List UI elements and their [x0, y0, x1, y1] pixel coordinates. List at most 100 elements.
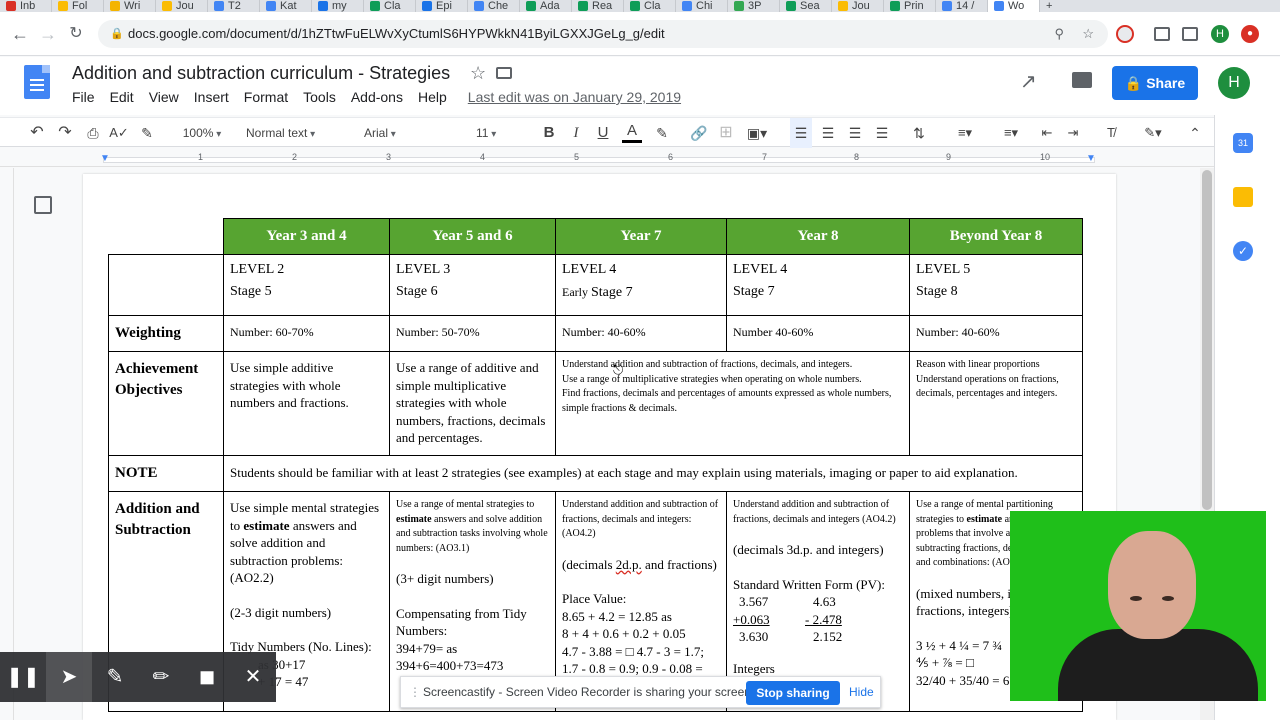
hide-button[interactable]: Hide — [849, 677, 874, 707]
sum-value: +0.063 — [733, 611, 770, 627]
browser-tab[interactable]: Cla — [364, 0, 416, 12]
zoom-icon[interactable]: ⚲ — [1054, 20, 1064, 48]
pause-icon[interactable]: ❚❚ — [0, 652, 46, 702]
browser-tab[interactable]: T2 — [208, 0, 260, 12]
menu-edit[interactable]: Edit — [110, 89, 134, 105]
collapse-toolbar-icon[interactable]: ⌃ — [1184, 118, 1206, 148]
browser-tab[interactable]: Inb — [0, 0, 52, 12]
bookmark-star-icon[interactable]: ☆ — [1082, 20, 1094, 48]
editing-mode-icon[interactable]: ✎▾ — [1136, 118, 1170, 148]
menu-insert[interactable]: Insert — [194, 89, 229, 105]
stop-sharing-button[interactable]: Stop sharing — [746, 681, 840, 705]
star-icon[interactable]: ☆ — [470, 63, 486, 84]
italic-button[interactable]: I — [567, 118, 585, 148]
account-avatar[interactable]: H — [1218, 67, 1250, 99]
calendar-icon[interactable]: 31 — [1233, 133, 1253, 153]
redo-icon[interactable]: ↷ — [54, 118, 76, 148]
browser-tab[interactable]: Wri — [104, 0, 156, 12]
camera-toggle-icon[interactable]: ◼ — [184, 652, 230, 702]
browser-tab[interactable]: Epi — [416, 0, 468, 12]
align-center-icon[interactable]: ☰ — [818, 118, 838, 148]
decrease-indent-icon[interactable]: ⇤ — [1036, 118, 1058, 148]
new-tab-button[interactable]: + — [1040, 0, 1070, 12]
right-indent-marker-icon[interactable]: ▼ — [1086, 153, 1096, 164]
move-folder-icon[interactable] — [496, 67, 512, 79]
clear-formatting-icon[interactable]: T̸ — [1100, 118, 1122, 148]
browser-tab[interactable]: 14 / — [936, 0, 988, 12]
browser-tab[interactable]: Rea — [572, 0, 624, 12]
scrollbar-thumb[interactable] — [1202, 170, 1212, 510]
menu-format[interactable]: Format — [244, 89, 288, 105]
highlighter-tool-icon[interactable]: ✏ — [138, 652, 184, 702]
numbered-list-icon[interactable]: ≡▾ — [946, 118, 984, 148]
browser-tab[interactable]: Wo — [988, 0, 1040, 12]
browser-tab[interactable]: Prin — [884, 0, 936, 12]
close-controls-icon[interactable]: ✕ — [230, 652, 276, 702]
zoom-select[interactable]: 100% — [172, 118, 232, 148]
bulleted-list-icon[interactable]: ≡▾ — [992, 118, 1030, 148]
chrome-menu-icon[interactable]: ● — [1241, 25, 1259, 43]
pen-tool-icon[interactable]: ✎ — [92, 652, 138, 702]
print-icon[interactable]: ⎙ — [82, 118, 104, 148]
browser-tab[interactable]: Ada — [520, 0, 572, 12]
paint-format-icon[interactable]: ✎ — [136, 118, 158, 148]
font-select[interactable]: Arial — [358, 118, 454, 148]
undo-icon[interactable]: ↶ — [26, 118, 48, 148]
menu-tools[interactable]: Tools — [303, 89, 336, 105]
browser-tab[interactable]: Che — [468, 0, 520, 12]
text-color-button[interactable]: A — [622, 118, 642, 143]
align-right-icon[interactable]: ☰ — [845, 118, 865, 148]
insert-link-icon[interactable]: 🔗 — [688, 118, 710, 148]
browser-tab[interactable]: Fol — [52, 0, 104, 12]
font-size-select[interactable]: 11 — [470, 118, 526, 148]
header-year-7: Year 7 — [555, 218, 727, 255]
line-spacing-icon[interactable]: ⇅ — [908, 118, 930, 148]
forward-arrow-icon[interactable]: → — [36, 22, 60, 46]
share-button[interactable]: 🔒 Share — [1112, 66, 1198, 100]
url-field[interactable]: 🔒 docs.google.com/document/d/1hZTtwFuELW… — [98, 20, 1108, 48]
cast-icon[interactable] — [1154, 27, 1170, 41]
align-left-icon[interactable]: ☰ — [790, 118, 812, 148]
menu-help[interactable]: Help — [418, 89, 447, 105]
tasks-icon[interactable]: ✓ — [1233, 241, 1253, 261]
document-title[interactable]: Addition and subtraction curriculum - St… — [72, 63, 450, 84]
browser-tab[interactable]: Jou — [156, 0, 208, 12]
text-run-bold: estimate — [966, 513, 1003, 525]
browser-tab[interactable]: 3P — [728, 0, 780, 12]
browser-tab[interactable]: Jou — [832, 0, 884, 12]
browser-tab[interactable]: Cla — [624, 0, 676, 12]
browser-tab[interactable]: Kat — [260, 0, 312, 12]
menu-file[interactable]: File — [72, 89, 95, 105]
add-comment-icon[interactable]: ⊞ — [716, 118, 736, 148]
insert-image-icon[interactable]: ▣▾ — [742, 118, 772, 148]
underline-button[interactable]: U — [594, 118, 612, 148]
activity-trend-icon[interactable]: ↗ — [1020, 69, 1037, 94]
google-docs-logo-icon[interactable] — [24, 65, 50, 99]
increase-indent-icon[interactable]: ⇥ — [1062, 118, 1084, 148]
browser-tab[interactable]: Chi — [676, 0, 728, 12]
document-page[interactable]: Year 3 and 4 Year 5 and 6 Year 7 Year 8 … — [83, 174, 1116, 720]
vertical-ruler[interactable] — [0, 168, 14, 720]
browser-tab[interactable]: Sea — [780, 0, 832, 12]
drag-handle-icon[interactable]: ⋮ — [409, 677, 421, 707]
cursor-tool-icon[interactable]: ➤ — [46, 652, 92, 702]
profile-avatar[interactable]: H — [1211, 25, 1229, 43]
horizontal-ruler[interactable]: ▼ ▼ 1 2 3 4 5 6 7 8 9 10 — [0, 151, 1214, 167]
left-indent-marker-icon[interactable]: ▼ — [100, 153, 110, 164]
style-select[interactable]: Normal text — [246, 118, 342, 148]
keep-icon[interactable] — [1233, 187, 1253, 207]
last-edit-link[interactable]: Last edit was on January 29, 2019 — [468, 89, 681, 105]
menu-view[interactable]: View — [149, 89, 179, 105]
reload-icon[interactable]: ↻ — [64, 22, 88, 46]
menu-addons[interactable]: Add-ons — [351, 89, 403, 105]
extension-puzzle-icon[interactable] — [1182, 27, 1198, 41]
back-arrow-icon[interactable]: ← — [8, 22, 32, 46]
comments-icon[interactable] — [1072, 72, 1092, 88]
document-outline-icon[interactable] — [34, 196, 52, 214]
justify-icon[interactable]: ☰ — [872, 118, 892, 148]
bold-button[interactable]: B — [540, 118, 558, 148]
spellcheck-icon[interactable]: A✓ — [108, 118, 130, 148]
browser-tab[interactable]: my — [312, 0, 364, 12]
highlight-icon[interactable]: ✎ — [652, 118, 672, 148]
extension-icon[interactable] — [1116, 25, 1134, 43]
